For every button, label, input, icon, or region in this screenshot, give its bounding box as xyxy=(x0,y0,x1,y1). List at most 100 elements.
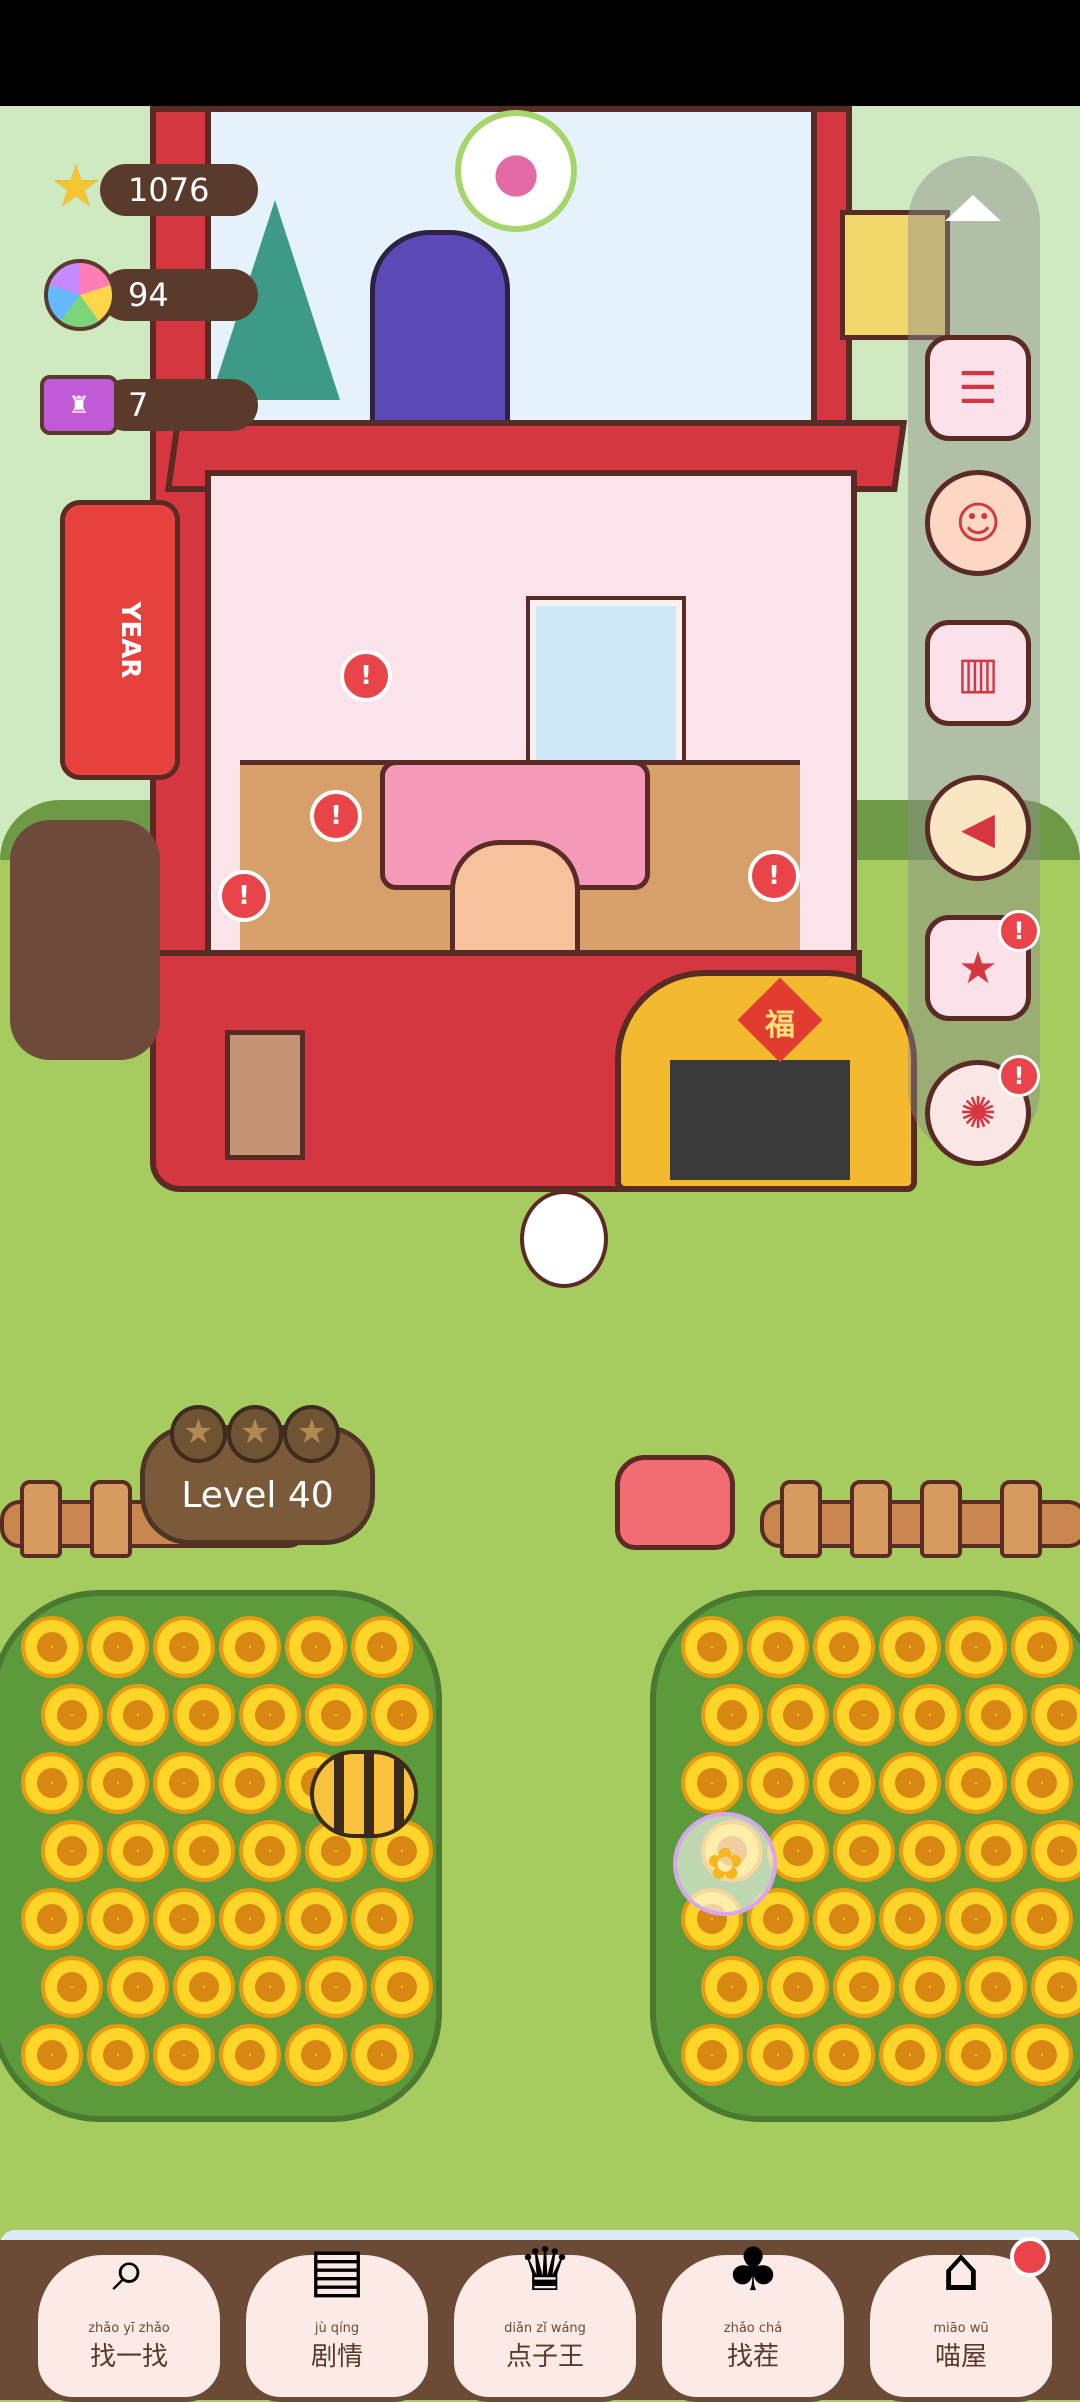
sunflower xyxy=(945,1616,1007,1678)
sunflower xyxy=(41,1956,103,2018)
collapse-arrow-icon[interactable] xyxy=(945,195,1001,221)
dresser-alert-badge[interactable]: ! xyxy=(748,850,800,902)
nav-idea-king-button[interactable]: ♛ diǎn zǐ wáng 点子王 xyxy=(449,2235,641,2402)
sunflower xyxy=(87,1616,149,1678)
bee[interactable] xyxy=(310,1750,418,1838)
character-avatar-button[interactable]: ☺ xyxy=(925,470,1031,576)
level-star-empty-icon: ★ xyxy=(170,1405,227,1463)
sunflower xyxy=(1011,2024,1073,2086)
clipboard-icon: ☰ xyxy=(958,362,998,414)
avatar-icon: ☺ xyxy=(955,497,1001,549)
sunflower xyxy=(21,1616,83,1678)
flower-bubble[interactable]: ✿ xyxy=(673,1812,777,1916)
sunflower xyxy=(351,1616,413,1678)
watering-can[interactable] xyxy=(615,1455,735,1550)
sunflower xyxy=(153,1752,215,1814)
sunflower xyxy=(21,2024,83,2086)
sunflower xyxy=(681,1752,743,1814)
sunflower xyxy=(747,1616,809,1678)
sunflower xyxy=(87,1752,149,1814)
nav-label: 点子王 xyxy=(505,2342,584,2372)
sunflower xyxy=(1031,1684,1080,1746)
level-star-empty-icon: ★ xyxy=(226,1405,284,1463)
fence-post xyxy=(1000,1480,1042,1558)
sunflower xyxy=(899,1820,961,1882)
sunflower xyxy=(767,1956,829,2018)
nav-cat-house-button[interactable]: ⌂ miāo wū 喵屋 xyxy=(865,2235,1057,2402)
sunflower xyxy=(219,1752,281,1814)
sunflower xyxy=(833,1820,895,1882)
nav-pinyin: miāo wū xyxy=(933,2321,989,2336)
lamp-alert-badge[interactable]: ! xyxy=(310,790,362,842)
sunflower xyxy=(965,1956,1027,2018)
announcement-button[interactable]: ◀ xyxy=(925,775,1031,881)
sunflower xyxy=(239,1956,301,2018)
lucky-wheel-icon: ✺ xyxy=(959,1087,997,1139)
nav-pinyin: zhǎo chá xyxy=(723,2321,783,2336)
nav-find-button[interactable]: ⌕ zhǎo yī zhǎo 找一找 xyxy=(33,2235,225,2402)
nav-spot-difference-button[interactable]: ♣ zhǎo chá 找茬 xyxy=(657,2235,849,2402)
house-door[interactable] xyxy=(225,1030,305,1160)
sunflower xyxy=(747,2024,809,2086)
gacha-machine-button[interactable]: ● xyxy=(455,110,577,232)
fence-post xyxy=(920,1480,962,1558)
sunflower-bed-left[interactable] xyxy=(0,1590,442,2122)
sunflower xyxy=(1011,1616,1073,1678)
level-star-empty-icon: ★ xyxy=(283,1405,341,1463)
sunflower xyxy=(813,1616,875,1678)
sunflower xyxy=(107,1956,169,2018)
sunflower xyxy=(681,1616,743,1678)
sunflower xyxy=(879,1888,941,1950)
book-icon: ▤ xyxy=(308,2235,366,2305)
lion-dance-sign[interactable]: YEAR xyxy=(60,500,180,780)
sunflower xyxy=(351,2024,413,2086)
wardrobe-button[interactable]: ▥ xyxy=(925,620,1031,726)
sunflower xyxy=(1011,1752,1073,1814)
sunflower xyxy=(87,1888,149,1950)
potted-plants-icon: ♣ xyxy=(726,2235,780,2305)
sunflower xyxy=(813,1888,875,1950)
sunflower xyxy=(1011,1888,1073,1950)
sunflower xyxy=(219,1888,281,1950)
house-icon: ⌂ xyxy=(941,2235,981,2305)
task-list-button[interactable]: ☰ xyxy=(925,335,1031,441)
sunflower xyxy=(371,1956,433,2018)
sunflower xyxy=(747,1752,809,1814)
megaphone-icon: ◀ xyxy=(961,802,995,854)
fence-post xyxy=(20,1480,62,1558)
sunflower xyxy=(945,2024,1007,2086)
sunflower xyxy=(21,1888,83,1950)
picture-alert-badge[interactable]: ! xyxy=(340,650,392,702)
sunflower xyxy=(239,1820,301,1882)
sunflower xyxy=(305,1684,367,1746)
sunflower xyxy=(153,2024,215,2086)
sunflower xyxy=(701,1684,763,1746)
sunflower xyxy=(219,2024,281,2086)
sunflower xyxy=(285,1616,347,1678)
flower-counter[interactable]: 94 xyxy=(40,255,258,331)
star-counter[interactable]: ★ 1076 xyxy=(40,150,258,220)
plum-blossom-tree xyxy=(10,820,160,1060)
bubble-flower-icon: ✿ xyxy=(706,1838,744,1890)
sunflower xyxy=(173,1820,235,1882)
nav-label: 喵屋 xyxy=(934,2342,987,2372)
ticket-count: 7 xyxy=(128,386,149,424)
lightbulb-icon: ♛ xyxy=(518,2235,572,2305)
star-icon: ★ xyxy=(50,152,102,220)
sunflower xyxy=(813,1752,875,1814)
nav-pinyin: zhǎo yī zhǎo xyxy=(88,2321,170,2336)
sunflower xyxy=(767,1684,829,1746)
magnifier-icon: ⌕ xyxy=(112,2235,146,2305)
ticket-counter[interactable]: ♜ 7 xyxy=(40,365,258,435)
nav-story-button[interactable]: ▤ jù qíng 剧情 xyxy=(241,2235,433,2402)
sunflower xyxy=(899,1956,961,2018)
nav-label: 找一找 xyxy=(89,2342,168,2372)
snowman[interactable] xyxy=(520,1190,608,1288)
lion-sign-text: YEAR xyxy=(115,601,145,679)
sunflower xyxy=(899,1684,961,1746)
sunflower xyxy=(945,1752,1007,1814)
vase-alert-badge[interactable]: ! xyxy=(218,870,270,922)
sunflower xyxy=(945,1888,1007,1950)
sunflower xyxy=(879,1752,941,1814)
nav-label: 找茬 xyxy=(726,2342,779,2372)
